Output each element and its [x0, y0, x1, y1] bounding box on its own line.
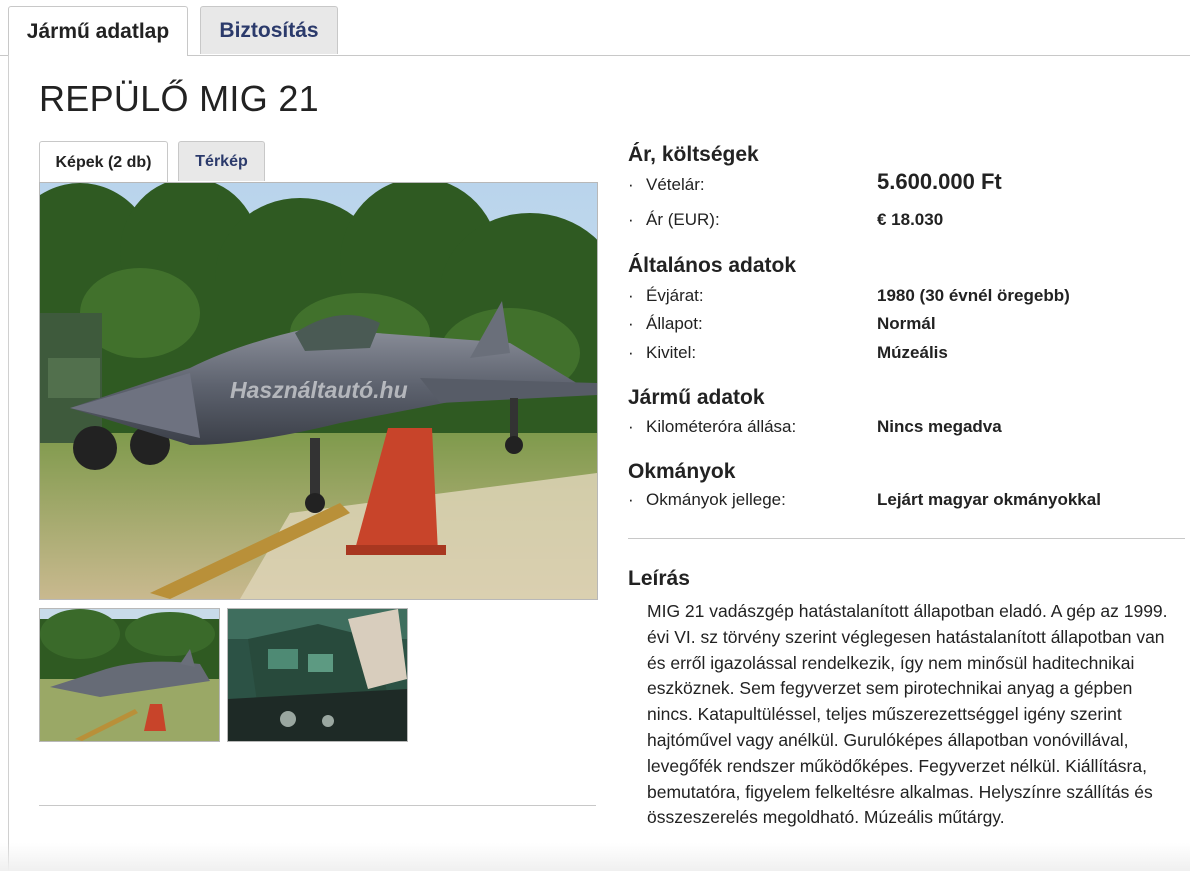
tab-map[interactable]: Térkép — [178, 141, 265, 181]
bullet: · — [628, 286, 634, 305]
thumbnail-jet-image — [40, 609, 219, 741]
row-purchase-price: · Vételár: 5.600.000 Ft — [628, 169, 1188, 201]
page-title: REPÜLŐ MIG 21 — [39, 78, 319, 119]
label-year: Évjárat: — [646, 286, 704, 305]
value-year: 1980 (30 évnél öregebb) — [877, 286, 1070, 305]
value-purchase-price: 5.600.000 Ft — [877, 169, 1002, 194]
description-text: MIG 21 vadászgép hatástalanított állapot… — [647, 601, 1168, 828]
bullet: · — [628, 314, 634, 333]
row-year: · Évjárat: 1980 (30 évnél öregebb) — [628, 286, 1188, 312]
label-body-type: Kivitel: — [646, 343, 697, 362]
bullet: · — [628, 417, 634, 436]
section-heading-documents: Okmányok — [628, 460, 736, 483]
section-heading-price: Ár, költségek — [628, 143, 759, 166]
divider-left — [39, 805, 596, 806]
thumbnail-2[interactable] — [227, 608, 408, 742]
main-photo[interactable]: Használtautó.hu — [39, 182, 598, 600]
jet-photo-illustration: Használtautó.hu — [40, 183, 597, 599]
section-heading-description: Leírás — [628, 567, 690, 590]
bullet: · — [628, 210, 634, 229]
divider-right — [628, 538, 1185, 539]
section-heading-vehicle: Jármű adatok — [628, 386, 765, 409]
bullet: · — [628, 343, 634, 362]
label-odometer: Kilométeróra állása: — [646, 417, 797, 436]
watermark-text: Használtautó.hu — [230, 377, 408, 403]
value-documents: Lejárt magyar okmányokkal — [877, 490, 1101, 509]
value-body-type: Múzeális — [877, 343, 948, 362]
label-purchase-price: Vételár: — [646, 175, 705, 194]
bullet: · — [628, 175, 634, 194]
value-condition: Normál — [877, 314, 936, 333]
top-tab-bar: Jármű adatlap Biztosítás — [0, 0, 1190, 56]
tab-insurance[interactable]: Biztosítás — [200, 6, 338, 54]
label-documents: Okmányok jellege: — [646, 490, 786, 509]
value-price-eur: € 18.030 — [877, 210, 944, 229]
row-documents: · Okmányok jellege: Lejárt magyar okmány… — [628, 490, 1188, 516]
row-body-type: · Kivitel: Múzeális — [628, 343, 1188, 369]
row-odometer: · Kilométeróra állása: Nincs megadva — [628, 417, 1188, 443]
row-price-eur: · Ár (EUR): € 18.030 — [628, 210, 1188, 236]
section-heading-general: Általános adatok — [628, 254, 797, 277]
tab-photos[interactable]: Képek (2 db) — [39, 141, 168, 183]
thumbnail-1[interactable] — [39, 608, 220, 742]
tab-vehicle-datasheet[interactable]: Jármű adatlap — [8, 6, 188, 56]
value-odometer: Nincs megadva — [877, 417, 1002, 436]
label-price-eur: Ár (EUR): — [646, 210, 720, 229]
content-frame-border — [8, 55, 9, 871]
thumbnail-cockpit-image — [228, 609, 407, 741]
bullet: · — [628, 490, 634, 509]
label-condition: Állapot: — [646, 314, 703, 333]
row-condition: · Állapot: Normál — [628, 314, 1188, 340]
bottom-fade — [0, 843, 1190, 871]
